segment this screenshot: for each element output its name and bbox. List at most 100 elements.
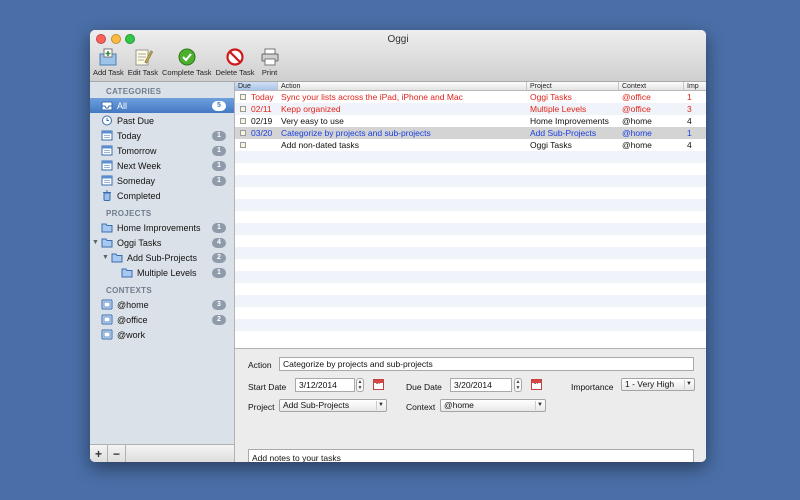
due-date-stepper[interactable]: ▲ ▼ <box>514 378 522 392</box>
table-row <box>235 283 706 295</box>
sidebar-footer: + − <box>90 444 234 462</box>
table-row <box>235 295 706 307</box>
due-cell: 02/19 <box>235 115 278 127</box>
context-label: Context <box>406 402 436 412</box>
task-detail-panel: Action Categorize by projects and sub-pr… <box>235 348 706 462</box>
print-icon <box>259 47 281 67</box>
sidebar-context-office[interactable]: @office 2 <box>90 312 234 327</box>
delete-task-label: Delete Task <box>215 68 255 77</box>
due-date-calendar-icon[interactable]: 17 <box>531 379 542 390</box>
complete-task-button[interactable]: Complete Task <box>162 47 211 77</box>
due-date-field[interactable]: 3/20/2014 <box>450 378 512 392</box>
table-row <box>235 319 706 331</box>
context-icon <box>100 329 113 340</box>
action-label: Action <box>248 360 272 370</box>
importance-label: Importance <box>571 382 614 392</box>
action-cell: Kepp organized <box>281 104 341 114</box>
context-select[interactable]: @home ▼ <box>440 399 546 412</box>
sidebar-context-home[interactable]: @home 3 <box>90 297 234 312</box>
sidebar-project-multiple-levels[interactable]: Multiple Levels 1 <box>90 265 234 280</box>
start-date-stepper[interactable]: ▲ ▼ <box>356 378 364 392</box>
add-task-label: Add Task <box>93 68 124 77</box>
count-badge: 1 <box>212 222 226 233</box>
sidebar-project-home-improvements[interactable]: Home Improvements 1 <box>90 220 234 235</box>
folder-icon <box>100 237 113 248</box>
table-row[interactable]: 02/11 Kepp organized Multiple Levels @offic… <box>235 103 706 115</box>
due-value: 03/20 <box>251 128 273 138</box>
sidebar-item-label: Multiple Levels <box>137 267 197 278</box>
importance-select[interactable]: 1 - Very High ▼ <box>621 378 695 391</box>
calendar-icon <box>100 145 113 156</box>
project-value: Add Sub-Projects <box>283 400 350 410</box>
table-row <box>235 175 706 187</box>
table-row <box>235 259 706 271</box>
projects-header: PROJECTS <box>106 209 152 218</box>
table-row[interactable]: Add non-dated tasks Oggi Tasks @home 4 <box>235 139 706 151</box>
delete-task-button[interactable]: Delete Task <box>215 47 255 77</box>
chevron-down-icon: ▼ <box>376 401 385 410</box>
sidebar-item-tomorrow[interactable]: Tomorrow 1 <box>90 143 234 158</box>
edit-task-label: Edit Task <box>127 68 159 77</box>
action-cell: Add non-dated tasks <box>281 140 359 150</box>
project-cell: Add Sub-Projects <box>530 128 597 138</box>
column-project[interactable]: Project <box>527 82 619 90</box>
sidebar-item-label: @work <box>117 329 146 340</box>
imp-cell: 4 <box>687 116 692 126</box>
clock-icon <box>100 115 113 126</box>
sidebar-item-past-due[interactable]: Past Due <box>90 113 234 128</box>
table-row[interactable]: Today Sync your lists across the iPad, iP… <box>235 91 706 103</box>
categories-header: CATEGORIES <box>106 87 162 96</box>
sidebar-project-add-sub-projects[interactable]: ▼ Add Sub-Projects 2 <box>90 250 234 265</box>
sidebar-context-work[interactable]: @work <box>90 327 234 342</box>
count-badge: 4 <box>212 237 226 248</box>
sidebar-item-label: Add Sub-Projects <box>127 252 198 263</box>
folder-icon <box>100 222 113 233</box>
start-date-calendar-icon[interactable]: 17 <box>373 379 384 390</box>
task-checkbox[interactable] <box>240 94 246 100</box>
action-cell: Very easy to use <box>281 116 344 126</box>
remove-item-button[interactable]: − <box>108 445 126 462</box>
table-row <box>235 187 706 199</box>
sidebar-item-next-week[interactable]: Next Week 1 <box>90 158 234 173</box>
start-date-field[interactable]: 3/12/2014 <box>295 378 355 392</box>
task-checkbox[interactable] <box>240 106 246 112</box>
project-label: Project <box>248 402 275 412</box>
table-row[interactable]: 02/19 Very easy to use Home Improvements @h… <box>235 115 706 127</box>
count-badge: 2 <box>212 314 226 325</box>
sidebar-item-label: Tomorrow <box>117 145 157 156</box>
add-item-button[interactable]: + <box>90 445 108 462</box>
sidebar-item-someday[interactable]: Someday 1 <box>90 173 234 188</box>
sidebar-item-completed[interactable]: Completed <box>90 188 234 203</box>
disclosure-triangle-icon[interactable]: ▼ <box>102 254 109 261</box>
task-checkbox[interactable] <box>240 130 246 136</box>
categories-list: All 5 Past Due Today 1 Tomorrow 1 Next Week 1 Som… <box>90 98 234 203</box>
contexts-list: @home 3 @office 2 @work <box>90 297 234 342</box>
due-cell: 02/11 <box>235 103 278 115</box>
sidebar-item-label: Today <box>117 130 142 141</box>
action-cell: Categorize by projects and sub-projects <box>281 128 431 138</box>
column-due[interactable]: Due <box>235 82 278 90</box>
folder-icon <box>120 267 133 278</box>
project-select[interactable]: Add Sub-Projects ▼ <box>279 399 387 412</box>
edit-task-button[interactable]: Edit Task <box>128 47 158 77</box>
column-context[interactable]: Context <box>619 82 684 90</box>
count-badge: 5 <box>212 100 226 111</box>
print-button[interactable]: Print <box>259 47 281 77</box>
action-field[interactable]: Categorize by projects and sub-projects <box>279 357 694 371</box>
task-checkbox[interactable] <box>240 118 246 124</box>
disclosure-triangle-icon[interactable]: ▼ <box>92 239 99 246</box>
add-task-button[interactable]: Add Task <box>93 47 124 77</box>
sidebar-project-oggi-tasks[interactable]: ▼ Oggi Tasks 4 <box>90 235 234 250</box>
title-bar: Oggi Add Task Edit Task Complete Task De… <box>90 30 706 82</box>
sidebar-item-today[interactable]: Today 1 <box>90 128 234 143</box>
sidebar-item-all[interactable]: All 5 <box>90 98 234 113</box>
task-checkbox[interactable] <box>240 142 246 148</box>
column-action[interactable]: Action <box>278 82 527 90</box>
project-cell: Oggi Tasks <box>530 140 572 150</box>
sidebar-item-label: Home Improvements <box>117 222 201 233</box>
column-importance[interactable]: Imp <box>684 82 706 90</box>
table-row[interactable]: 03/20 Categorize by projects and sub-proj… <box>235 127 706 139</box>
imp-cell: 3 <box>687 104 692 114</box>
due-cal-day: 17 <box>533 380 540 386</box>
notes-field[interactable]: Add notes to your tasks <box>248 449 694 462</box>
